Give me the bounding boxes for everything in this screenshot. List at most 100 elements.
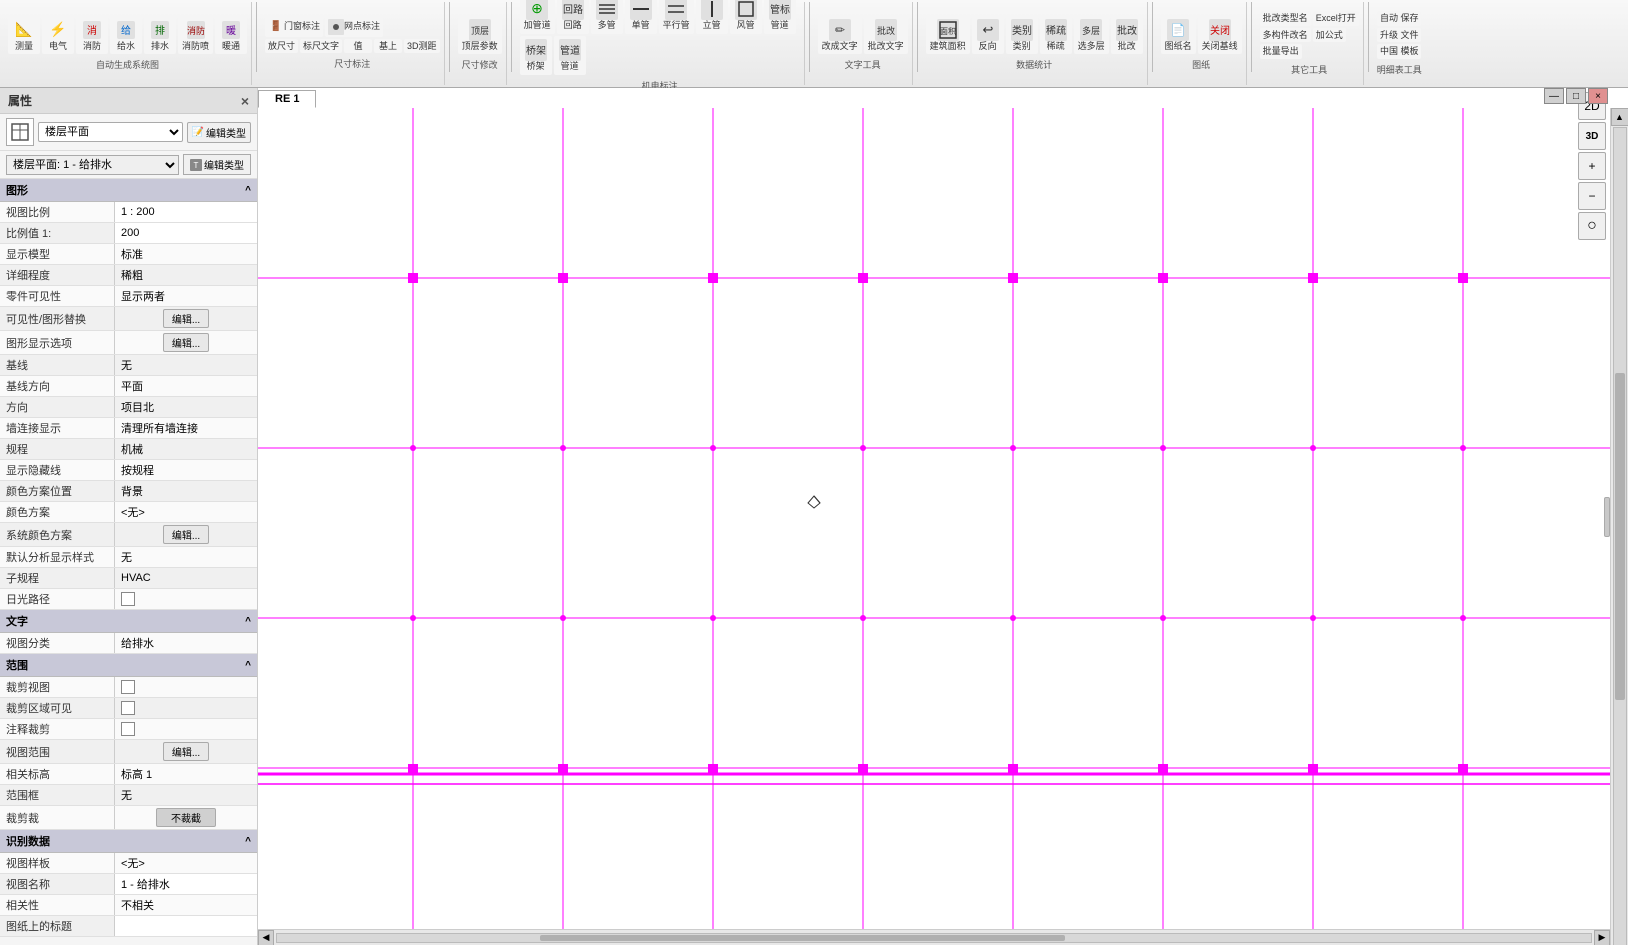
fire-suppression-button[interactable]: 消防 消防喷 [178,16,213,55]
section-scope[interactable]: 范围 ^ [0,654,257,677]
edit-type-button[interactable]: 📝 编辑类型 [187,122,251,143]
measure-button[interactable]: 📐 测量 [8,16,40,55]
bridge-button[interactable]: 桥架 桥架 [520,36,552,75]
multi-modify-button[interactable]: 多构件改名 [1260,28,1311,43]
close-canvas-button[interactable]: × [1588,88,1608,104]
similar-select-button[interactable]: 类别 类别 [1006,16,1038,55]
prop-value-analysis-style: 无 [115,547,257,567]
3d-distance-button[interactable]: 3D测距 [404,39,440,54]
hvac-button[interactable]: 暖 暖通 [215,16,247,55]
vertical-scrollbar-thumb[interactable] [1615,373,1625,700]
reverse-select-button[interactable]: ↩ 反向 [972,16,1004,55]
annotation-crop-checkbox[interactable] [121,722,135,736]
canvas-tab-re1[interactable]: RE 1 [258,90,316,108]
sidebar-title: 属性 [8,92,32,109]
floor-params-button[interactable]: 顶层 顶层参数 [458,16,502,55]
batch-modify-button[interactable]: 批改 批改 [1111,16,1143,55]
formula-button[interactable]: 加公式 [1313,28,1346,43]
sun-path-checkbox[interactable] [121,592,135,606]
canvas-area[interactable]: — □ × RE 1 [258,88,1628,945]
zoom-in-button[interactable]: + [1578,152,1606,180]
crop-cut-button[interactable]: 不裁截 [156,808,216,827]
multi-layer-button[interactable]: 多层 选多层 [1074,16,1109,55]
auto-save-button[interactable]: 自动 保存 [1377,11,1422,26]
parallel-pipe-button[interactable]: 平行管 [659,0,694,34]
prop-value-visibility-graphics: 编辑... [115,307,257,330]
crop-view-checkbox[interactable] [121,680,135,694]
minimize-button[interactable]: — [1544,88,1564,104]
prop-value-crop-visible[interactable] [115,698,257,718]
fit-view-button[interactable]: ○ [1578,212,1606,240]
vertical-scrollbar-track[interactable] [1613,127,1627,945]
close-baseline-button[interactable]: 关闭 关闭基线 [1198,16,1242,55]
view-range-edit-button[interactable]: 编辑... [163,742,209,761]
prop-label-baseline-direction: 基线方向 [0,376,115,396]
zoom-out-button[interactable]: − [1578,182,1606,210]
point-label-button[interactable]: 网点标注 [325,17,383,37]
sys-color-scheme-edit-button[interactable]: 编辑... [163,525,209,544]
prop-display-model: 显示模型 标准 [0,244,257,265]
horizontal-scrollbar-track[interactable] [276,933,1592,943]
prop-value-view-scale[interactable]: 1 : 200 [115,202,257,222]
pipe-label2-button[interactable]: 管道 管道 [554,36,586,75]
section-graphics[interactable]: 图形 ^ [0,179,257,202]
prop-label-part-visibility: 零件可见性 [0,286,115,306]
horizontal-scrollbar: ◀ ▶ [258,929,1610,945]
excel-open-button[interactable]: Excel打开 [1313,11,1359,26]
prop-value-crop-view[interactable] [115,677,257,697]
similar-select-icon: 类别 [1011,19,1033,41]
batch-modify-text-button[interactable]: 批改 批改文字 [864,16,908,55]
prop-value-scale-value[interactable]: 200 [115,223,257,243]
horizontal-scrollbar-thumb[interactable] [540,935,1066,941]
floor-level-select[interactable]: 楼层平面: 1 - 给排水 [6,155,179,175]
value-button[interactable]: 值 [344,39,372,54]
graphic-display-edit-button[interactable]: 编辑... [163,333,209,352]
scale-button[interactable]: 放尺寸 [265,39,298,54]
vertical-pipe-button[interactable]: 立管 [696,0,728,34]
view-3d-button[interactable]: 3D [1578,122,1606,150]
collapse-button[interactable]: 稀疏 稀疏 [1040,16,1072,55]
edit-type-button2[interactable]: T 编辑类型 [183,154,251,175]
section-identity[interactable]: 识别数据 ^ [0,830,257,853]
crop-visible-checkbox[interactable] [121,701,135,715]
batch-type-button[interactable]: 批改类型名 [1260,11,1311,26]
prop-value-view-name[interactable]: 1 - 给排水 [115,874,257,894]
prop-value-sun-path[interactable] [115,589,257,609]
batch-export-button[interactable]: 批量导出 [1260,44,1302,59]
view-type-select[interactable]: 楼层平面 [38,122,183,142]
drawing-name-button[interactable]: 📄 图纸名 [1161,16,1196,55]
right-edge-grip[interactable] [1604,497,1610,537]
prop-value-annotation-crop[interactable] [115,719,257,739]
prop-value-sheet-title[interactable] [115,916,257,936]
add-pipe-button[interactable]: ⊕ 加管道 [520,0,555,34]
upgrade-file-button[interactable]: 升级 文件 [1377,28,1422,43]
fire-protection-button[interactable]: 消 消防 [76,16,108,55]
multi-pipe-button[interactable]: 多管 [591,0,623,34]
canvas-content[interactable] [258,108,1628,929]
prop-value-wall-join: 清理所有墙连接 [115,418,257,438]
svg-text:面积: 面积 [940,26,956,36]
right-scrollbar: ▲ ▼ [1610,108,1628,945]
circuit-button[interactable]: 回路 回路 [557,0,589,34]
auto-system-label: 自动生成系统图 [96,58,159,71]
pipe-label-button[interactable]: 管标 管道 [764,0,796,34]
water-supply-button[interactable]: 给 给水 [110,16,142,55]
duct-button[interactable]: 风管 [730,0,762,34]
svg-text:给: 给 [121,24,131,37]
markup-button[interactable]: 基上 [374,39,402,54]
visibility-graphics-edit-button[interactable]: 编辑... [163,309,209,328]
scroll-right-button[interactable]: ▶ [1594,930,1610,945]
sidebar-close-button[interactable]: × [241,93,249,109]
text-scale-button[interactable]: 标尺文字 [300,39,342,54]
floor-area-button[interactable]: 面积 建筑面积 [926,16,970,55]
scroll-left-button[interactable]: ◀ [258,930,274,945]
electrical-button[interactable]: ⚡ 电气 [42,16,74,55]
maximize-button[interactable]: □ [1566,88,1586,104]
drainage-button[interactable]: 排 排水 [144,16,176,55]
section-text[interactable]: 文字 ^ [0,610,257,633]
scroll-up-button[interactable]: ▲ [1611,108,1628,126]
single-pipe-button[interactable]: 单管 [625,0,657,34]
door-label-button[interactable]: 🚪 门窗标注 [265,17,323,37]
modify-text-button[interactable]: ✏ 改成文字 [818,16,862,55]
china-template-button[interactable]: 中国 模板 [1377,44,1422,59]
